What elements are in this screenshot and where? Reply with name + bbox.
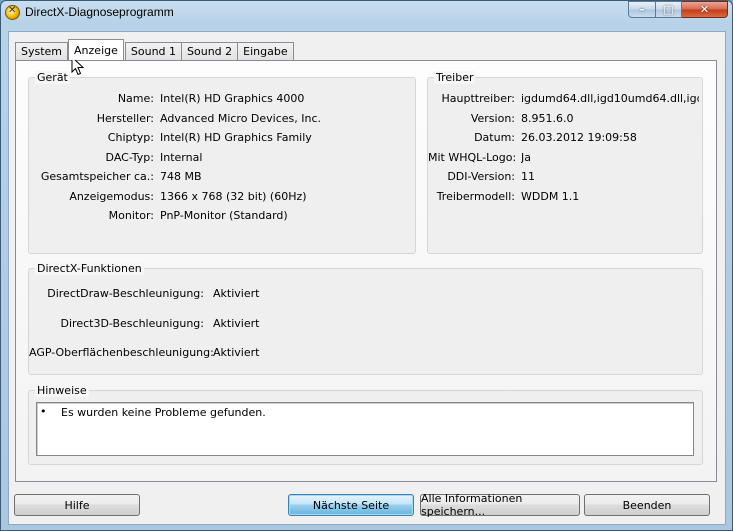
device-display-mode-value: 1366 x 768 (32 bit) (60Hz) bbox=[160, 190, 307, 203]
close-button[interactable]: ✕ bbox=[682, 1, 728, 18]
device-manufacturer-value: Advanced Micro Devices, Inc. bbox=[160, 112, 322, 125]
driver-date-label: Datum: bbox=[474, 131, 515, 144]
direct3d-value: Aktiviert bbox=[213, 317, 260, 330]
tab-sound-2[interactable]: Sound 2 bbox=[181, 42, 239, 60]
note-bullet: • bbox=[40, 405, 47, 418]
driver-group-title: Treiber bbox=[434, 71, 476, 84]
device-manufacturer-label: Hersteller: bbox=[96, 112, 154, 125]
notes-group-title: Hinweise bbox=[35, 384, 89, 397]
maximize-icon: □ bbox=[663, 3, 674, 16]
driver-ddi-label: DDI-Version: bbox=[447, 170, 515, 183]
directdraw-value: Aktiviert bbox=[213, 287, 260, 300]
close-icon: ✕ bbox=[699, 3, 710, 16]
dxdiag-window: DirectX-Diagnoseprogramm – □ ✕ System An… bbox=[0, 0, 733, 531]
device-monitor-value: PnP-Monitor (Standard) bbox=[160, 209, 288, 222]
notes-group: Hinweise • Es wurden keine Probleme gefu… bbox=[28, 384, 703, 465]
minimize-icon: – bbox=[639, 3, 645, 16]
driver-model-label: Treibermodell: bbox=[436, 190, 515, 203]
driver-main-label: Haupttreiber: bbox=[441, 92, 515, 105]
display-tab-panel: Gerät Name: Intel(R) HD Graphics 4000 He… bbox=[15, 60, 717, 482]
maximize-button[interactable]: □ bbox=[656, 1, 682, 18]
device-group-title: Gerät bbox=[35, 71, 70, 84]
driver-whql-value: Ja bbox=[521, 151, 531, 164]
driver-version-value: 8.951.6.0 bbox=[521, 112, 574, 125]
note-text: Es wurden keine Probleme gefunden. bbox=[61, 406, 266, 419]
tab-sound-1[interactable]: Sound 1 bbox=[124, 42, 183, 60]
device-chip-label: Chiptyp: bbox=[107, 131, 154, 144]
directdraw-label: DirectDraw-Beschleunigung: bbox=[47, 287, 204, 300]
save-all-info-button[interactable]: Alle Informationen speichern... bbox=[420, 492, 580, 518]
driver-version-label: Version: bbox=[470, 112, 515, 125]
device-display-mode-label: Anzeigemodus: bbox=[69, 190, 154, 203]
directx-app-icon bbox=[5, 5, 20, 20]
tab-eingabe[interactable]: Eingabe bbox=[237, 42, 294, 60]
notes-textbox[interactable]: • Es wurden keine Probleme gefunden. bbox=[36, 402, 694, 456]
tab-strip: System Anzeige Sound 1 Sound 2 Eingabe bbox=[15, 39, 294, 60]
device-memory-value: 748 MB bbox=[160, 170, 202, 183]
caption-buttons: – □ ✕ bbox=[628, 1, 728, 19]
driver-whql-label: Mit WHQL-Logo: bbox=[428, 151, 517, 164]
device-name-label: Name: bbox=[117, 92, 154, 105]
exit-button[interactable]: Beenden bbox=[584, 494, 710, 516]
driver-main-value: igdumd64.dll,igd10umd64.dll,igd10umd64.d… bbox=[521, 92, 699, 105]
agp-value: Aktiviert bbox=[213, 346, 260, 359]
client-area: System Anzeige Sound 1 Sound 2 Eingabe G… bbox=[8, 31, 726, 525]
agp-label: AGP-Oberflächenbeschleunigung: bbox=[29, 346, 214, 359]
minimize-button[interactable]: – bbox=[628, 1, 656, 18]
next-page-button[interactable]: Nächste Seite bbox=[288, 494, 414, 516]
driver-ddi-value: 11 bbox=[521, 170, 535, 183]
directx-features-group: DirectX-Funktionen DirectDraw-Beschleuni… bbox=[28, 262, 703, 375]
direct3d-label: Direct3D-Beschleunigung: bbox=[60, 317, 204, 330]
driver-model-value: WDDM 1.1 bbox=[521, 190, 580, 203]
driver-date-value: 26.03.2012 19:09:58 bbox=[521, 131, 637, 144]
device-dac-value: Internal bbox=[160, 151, 203, 164]
directx-features-title: DirectX-Funktionen bbox=[35, 262, 144, 275]
device-group: Gerät Name: Intel(R) HD Graphics 4000 He… bbox=[28, 71, 416, 254]
title-bar[interactable]: DirectX-Diagnoseprogramm – □ ✕ bbox=[1, 1, 732, 25]
device-name-value: Intel(R) HD Graphics 4000 bbox=[160, 92, 305, 105]
window-title: DirectX-Diagnoseprogramm bbox=[25, 5, 174, 19]
driver-group: Treiber Haupttreiber: igdumd64.dll,igd10… bbox=[427, 71, 703, 254]
device-monitor-label: Monitor: bbox=[108, 209, 154, 222]
device-chip-value: Intel(R) HD Graphics Family bbox=[160, 131, 312, 144]
device-dac-label: DAC-Typ: bbox=[105, 151, 154, 164]
tab-system[interactable]: System bbox=[15, 42, 69, 60]
tab-anzeige[interactable]: Anzeige bbox=[68, 39, 124, 60]
help-button[interactable]: Hilfe bbox=[14, 494, 140, 516]
device-memory-label: Gesamtspeicher ca.: bbox=[40, 170, 154, 183]
